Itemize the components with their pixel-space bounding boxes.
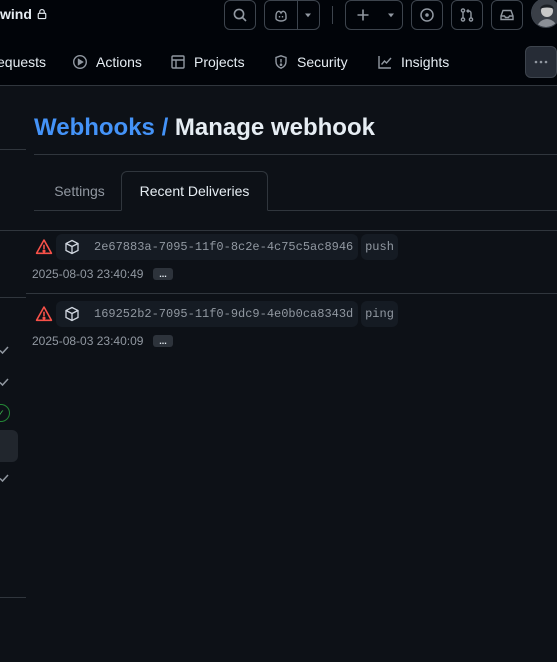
avatar-image xyxy=(532,0,557,27)
copilot-dropdown[interactable] xyxy=(298,1,319,29)
nav-insights[interactable]: Insights xyxy=(377,52,449,72)
page-title-text: Manage webhook xyxy=(174,114,375,141)
shield-icon xyxy=(275,55,287,69)
delivery-guid[interactable]: 2e67883a-7095-11f0-8c2e-4c75c5ac8946 xyxy=(94,240,353,254)
expand-details-button[interactable]: ... xyxy=(153,268,173,280)
copilot-icon xyxy=(275,10,287,22)
repo-name-text[interactable]: wind xyxy=(0,6,32,22)
check-icon xyxy=(0,346,9,355)
issues-button[interactable] xyxy=(411,0,443,30)
expand-details-button[interactable]: ... xyxy=(153,335,173,347)
inbox-icon xyxy=(500,9,514,21)
nav-projects[interactable]: Projects xyxy=(170,52,245,72)
nav-item-label: Security xyxy=(297,54,348,70)
delivery-guid-link[interactable]: 169252b2-7095-11f0-9dc9-4e0b0ca8343d xyxy=(56,301,358,327)
plus-icon xyxy=(357,9,369,21)
search-icon xyxy=(233,8,247,22)
tab-settings[interactable]: Settings xyxy=(37,172,122,210)
header-divider xyxy=(332,6,333,24)
breadcrumb-separator: / xyxy=(154,114,175,141)
lock-icon xyxy=(37,8,47,20)
delivery-divider xyxy=(26,230,557,231)
inbox-button[interactable] xyxy=(491,0,523,30)
issue-opened-icon xyxy=(420,8,434,22)
sidebar-divider xyxy=(0,230,26,231)
title-divider xyxy=(34,154,557,155)
check-icon xyxy=(0,474,9,483)
graph-icon xyxy=(378,56,392,69)
nav-pull-requests[interactable]: equests xyxy=(0,52,46,72)
create-new-main[interactable] xyxy=(346,1,380,29)
sidebar-item-active[interactable] xyxy=(0,430,18,462)
repo-nav: equests Actions Projects Security Insigh… xyxy=(0,44,557,80)
app-header: wind equests Actions Projects Security I… xyxy=(0,0,557,86)
check-icon xyxy=(0,378,9,387)
sidebar-divider xyxy=(0,597,26,598)
alert-icon xyxy=(35,306,53,322)
tabs-divider xyxy=(34,210,557,211)
triangle-down-icon xyxy=(388,13,394,18)
nav-item-label: Actions xyxy=(96,54,142,70)
tab-recent-deliveries[interactable]: Recent Deliveries xyxy=(121,171,268,211)
nav-item-label: Projects xyxy=(194,54,245,70)
breadcrumb-webhooks-link[interactable]: Webhooks xyxy=(34,114,155,141)
triangle-down-icon xyxy=(305,13,312,18)
nav-item-label: equests xyxy=(0,54,47,70)
copilot-button[interactable] xyxy=(264,0,320,30)
nav-item-label: Insights xyxy=(401,54,450,70)
pull-requests-button[interactable] xyxy=(451,0,483,30)
git-pull-request-icon xyxy=(460,8,474,22)
package-icon xyxy=(65,239,79,255)
delivery-guid[interactable]: 169252b2-7095-11f0-9dc9-4e0b0ca8343d xyxy=(94,307,353,321)
event-badge: push xyxy=(361,234,398,260)
delivery-divider xyxy=(26,293,557,294)
user-avatar[interactable] xyxy=(531,0,557,28)
nav-security[interactable]: Security xyxy=(273,52,348,72)
repo-name[interactable]: wind xyxy=(0,6,48,22)
table-icon xyxy=(171,55,185,69)
play-icon xyxy=(72,54,88,70)
search-button[interactable] xyxy=(224,0,256,30)
package-icon xyxy=(65,306,79,322)
nav-more-button[interactable] xyxy=(525,46,557,78)
page-title: Webhooks / Manage webhook xyxy=(34,114,375,142)
delivery-timestamp: 2025-08-03 23:40:09 xyxy=(32,334,144,348)
create-new-button[interactable] xyxy=(345,0,403,30)
copilot-main[interactable] xyxy=(265,1,297,29)
nav-actions[interactable]: Actions xyxy=(72,52,142,72)
delivery-timestamp: 2025-08-03 23:40:49 xyxy=(32,267,144,281)
sidebar-divider xyxy=(0,297,26,298)
event-badge: ping xyxy=(361,301,398,327)
kebab-horizontal-icon xyxy=(534,60,548,64)
sidebar-divider xyxy=(0,149,26,150)
create-new-dropdown[interactable] xyxy=(380,1,402,29)
sidebar-status-badge: ✓ xyxy=(0,404,10,422)
alert-icon xyxy=(35,239,53,255)
delivery-guid-link[interactable]: 2e67883a-7095-11f0-8c2e-4c75c5ac8946 xyxy=(56,234,358,260)
